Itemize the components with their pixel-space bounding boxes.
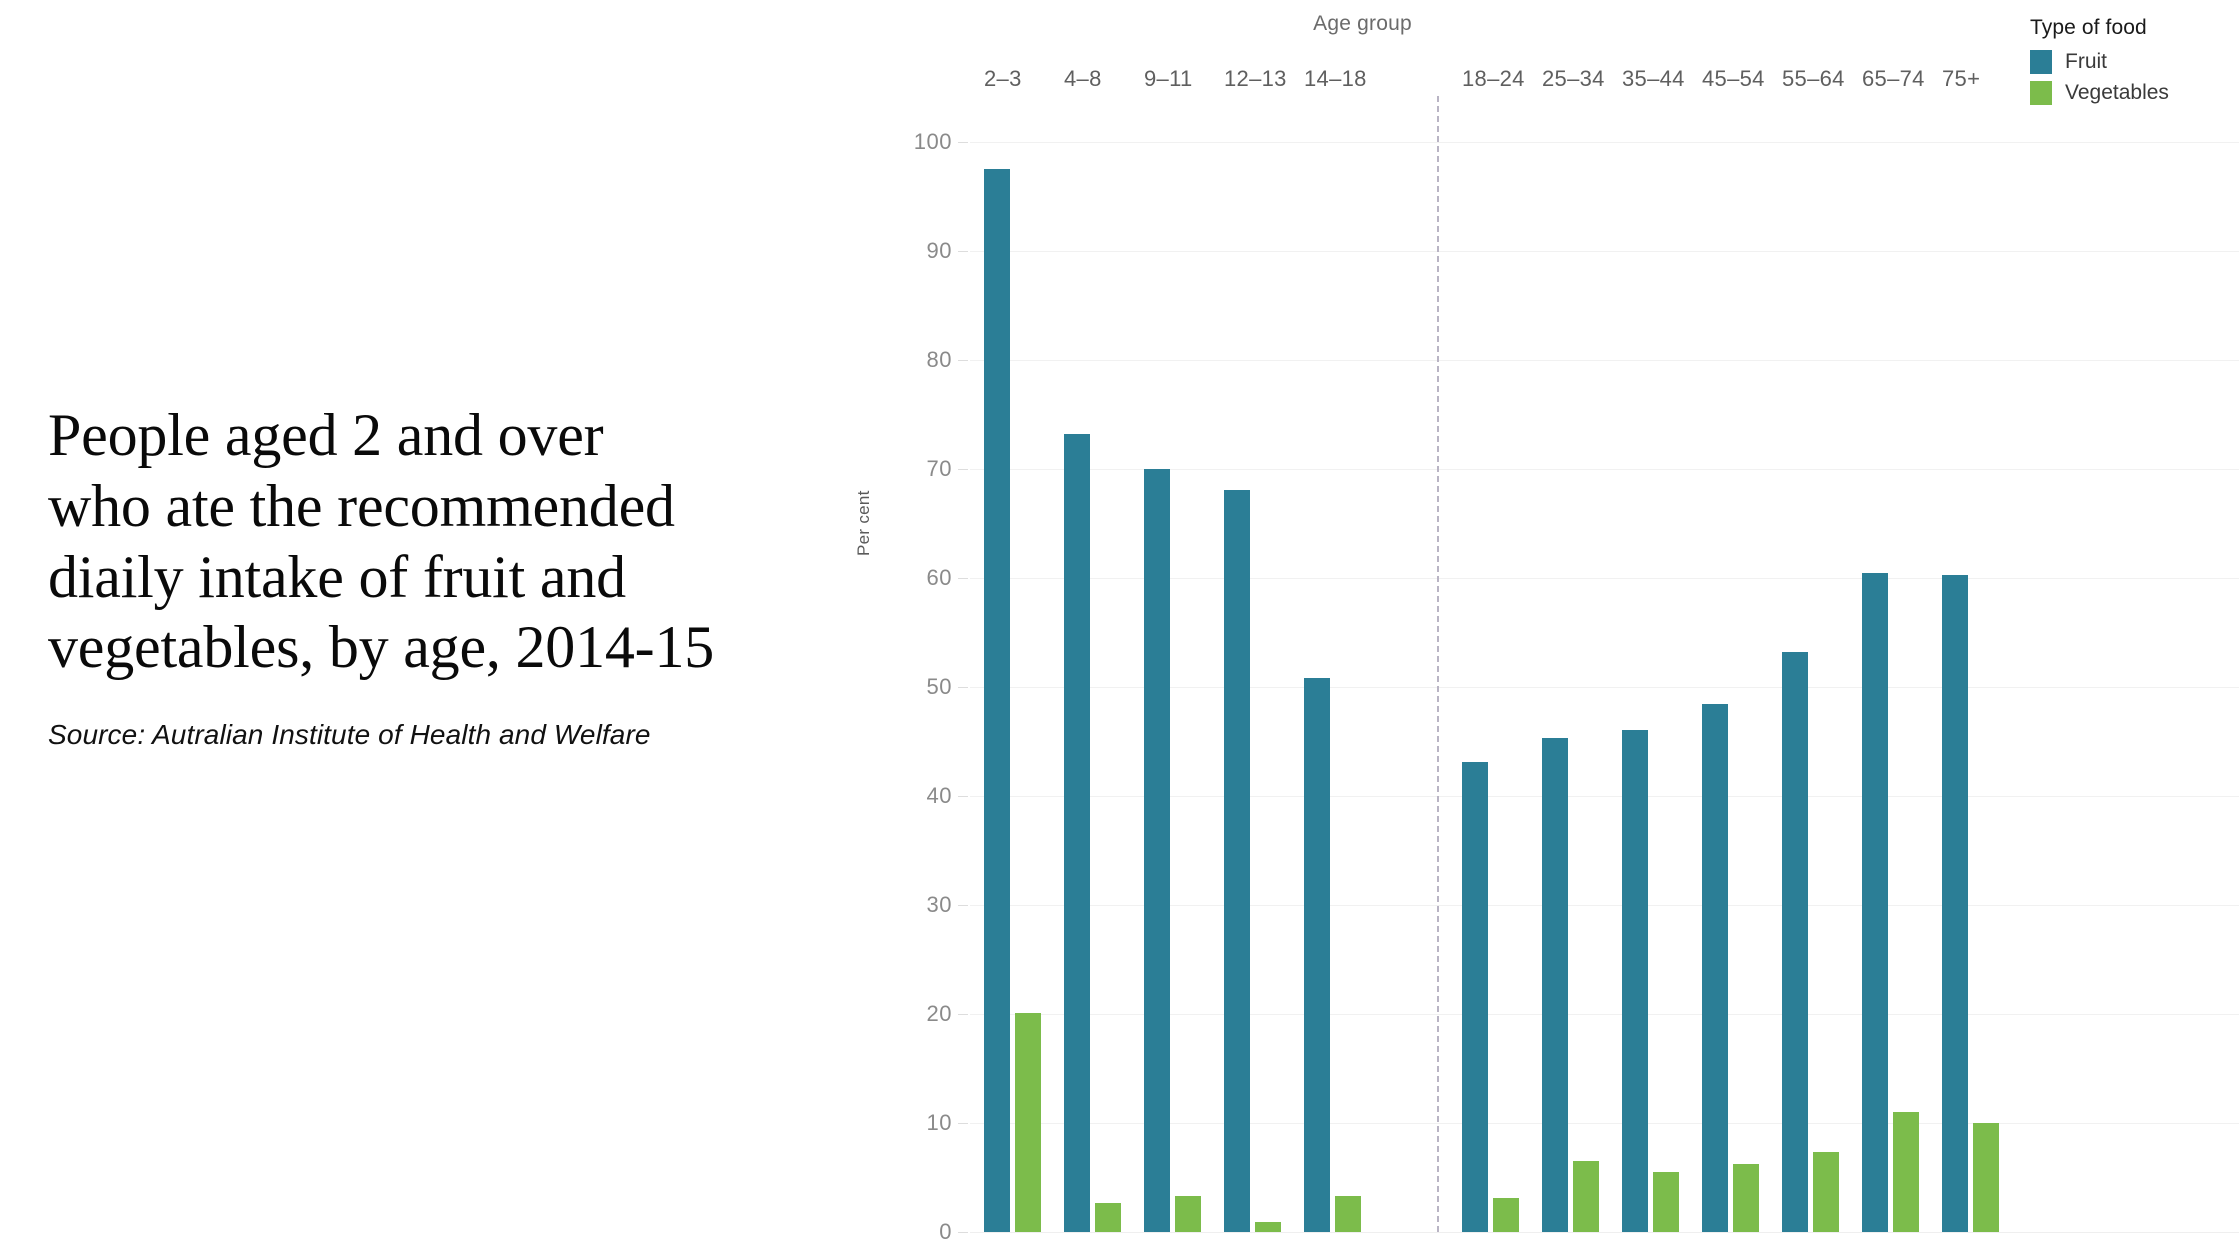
bar-fruit[interactable] <box>1542 738 1568 1232</box>
bar-vegetables[interactable] <box>1813 1152 1839 1232</box>
bar-fruit[interactable] <box>1782 652 1808 1232</box>
bar-vegetables[interactable] <box>1175 1196 1201 1232</box>
legend-label-fruit: Fruit <box>2065 50 2107 73</box>
bar-group: 45–54 <box>1702 66 1764 1232</box>
y-axis-tick-label: 20 <box>926 1001 952 1026</box>
x-axis-tick-label: 4–8 <box>1064 66 1102 91</box>
y-axis-tick-label: 0 <box>939 1219 952 1244</box>
bar-vegetables[interactable] <box>1255 1222 1281 1232</box>
x-axis-tick-label: 9–11 <box>1144 66 1193 91</box>
y-axis-tick-mark <box>958 1123 968 1124</box>
legend-item-fruit[interactable]: Fruit <box>2030 50 2240 74</box>
bar-vegetables[interactable] <box>1893 1112 1919 1232</box>
x-axis-tick-label: 2–3 <box>984 66 1022 91</box>
bar-fruit[interactable] <box>1224 489 1250 1232</box>
y-axis-tick-label: 80 <box>926 347 952 372</box>
x-axis-tick-label: 65–74 <box>1862 66 1925 91</box>
x-axis-tick-label: 12–13 <box>1224 66 1287 91</box>
bar-fruit[interactable] <box>984 169 1010 1232</box>
bar-group: 14–18 <box>1304 66 1366 1232</box>
y-axis-tick-label: 90 <box>926 238 952 263</box>
bar-panel-children: 2–3 4–8 9–11 12–13 14–18 <box>970 66 1425 1232</box>
bar-vegetables[interactable] <box>1973 1123 1999 1232</box>
bar-vegetables[interactable] <box>1015 1012 1041 1232</box>
bar-fruit[interactable] <box>1064 434 1090 1232</box>
y-axis-tick-mark <box>958 1014 968 1015</box>
chart-container: Age group Type of food Fruit Vegetables … <box>854 0 2240 1260</box>
bar-vegetables[interactable] <box>1653 1172 1679 1232</box>
y-axis-tick-label: 30 <box>926 892 952 917</box>
legend-swatch-vegetables <box>2030 81 2052 105</box>
bar-vegetables[interactable] <box>1573 1161 1599 1232</box>
bar-group: 25–34 <box>1542 66 1604 1232</box>
chart-page: People aged 2 and over who ate the recom… <box>0 0 2240 1260</box>
y-axis-tick-mark <box>958 578 968 579</box>
y-axis-tick-label: 60 <box>926 565 952 590</box>
bar-group: 2–3 <box>984 66 1046 1232</box>
y-axis-tick-mark <box>958 469 968 470</box>
bar-fruit[interactable] <box>1702 704 1728 1232</box>
bar-vegetables[interactable] <box>1095 1202 1121 1232</box>
x-axis-tick-label: 35–44 <box>1622 66 1685 91</box>
bar-vegetables[interactable] <box>1733 1164 1759 1232</box>
bar-group: 18–24 <box>1462 66 1524 1232</box>
bar-group: 12–13 <box>1224 66 1286 1232</box>
y-axis-tick-label: 50 <box>926 674 952 699</box>
legend: Type of food Fruit Vegetables <box>2030 16 2240 112</box>
x-axis-tick-label: 45–54 <box>1702 66 1765 91</box>
title-block: People aged 2 and over who ate the recom… <box>48 400 868 751</box>
legend-title: Type of food <box>2030 16 2147 39</box>
page-title: People aged 2 and over who ate the recom… <box>48 402 715 681</box>
x-axis-tick-label: 14–18 <box>1304 66 1367 91</box>
y-axis-tick-mark <box>958 796 968 797</box>
y-axis-tick-mark <box>958 142 968 143</box>
bar-fruit[interactable] <box>1862 572 1888 1232</box>
bar-fruit[interactable] <box>1462 762 1488 1232</box>
bar-group: 4–8 <box>1064 66 1126 1232</box>
y-axis-tick-label: 70 <box>926 456 952 481</box>
bar-fruit[interactable] <box>1622 729 1648 1232</box>
panel-divider <box>1437 96 1439 1232</box>
y-axis-tick-mark <box>958 1232 968 1233</box>
bar-vegetables[interactable] <box>1493 1198 1519 1232</box>
y-axis-tick-label: 100 <box>913 129 952 154</box>
y-axis-tick-mark <box>958 360 968 361</box>
x-axis-title: Age group <box>1313 12 1412 35</box>
gridline <box>970 1232 2239 1233</box>
bar-vegetables[interactable] <box>1335 1196 1361 1232</box>
bar-group: 65–74 <box>1862 66 1924 1232</box>
bar-fruit[interactable] <box>1144 469 1170 1232</box>
x-axis-tick-label: 25–34 <box>1542 66 1605 91</box>
y-axis-tick-mark <box>958 687 968 688</box>
y-axis-tick-mark <box>958 905 968 906</box>
y-axis-tick-label: 10 <box>926 1110 952 1135</box>
plot-area: 0 10 20 30 40 50 60 70 80 90 100 2–3 4–8 9–11 12–13 14… <box>860 66 2240 1244</box>
bar-group: 9–11 <box>1144 66 1206 1232</box>
bar-fruit[interactable] <box>1942 574 1968 1232</box>
bar-group: 35–44 <box>1622 66 1684 1232</box>
source-note: Source: Autralian Institute of Health an… <box>48 719 651 751</box>
x-axis-tick-label: 55–64 <box>1782 66 1845 91</box>
y-axis-tick-mark <box>958 251 968 252</box>
x-axis-tick-label: 18–24 <box>1462 66 1525 91</box>
legend-label-vegetables: Vegetables <box>2065 81 2169 104</box>
y-axis-tick-label: 40 <box>926 783 952 808</box>
legend-swatch-fruit <box>2030 50 2052 74</box>
legend-item-vegetables[interactable]: Vegetables <box>2030 81 2240 105</box>
bar-panel-adults: 18–24 25–34 35–44 45–54 55–64 65–74 75+ <box>1450 66 2240 1232</box>
x-axis-tick-label: 75+ <box>1942 66 1981 91</box>
bar-group: 75+ <box>1942 66 2004 1232</box>
bar-fruit[interactable] <box>1304 678 1330 1232</box>
bar-group: 55–64 <box>1782 66 1844 1232</box>
